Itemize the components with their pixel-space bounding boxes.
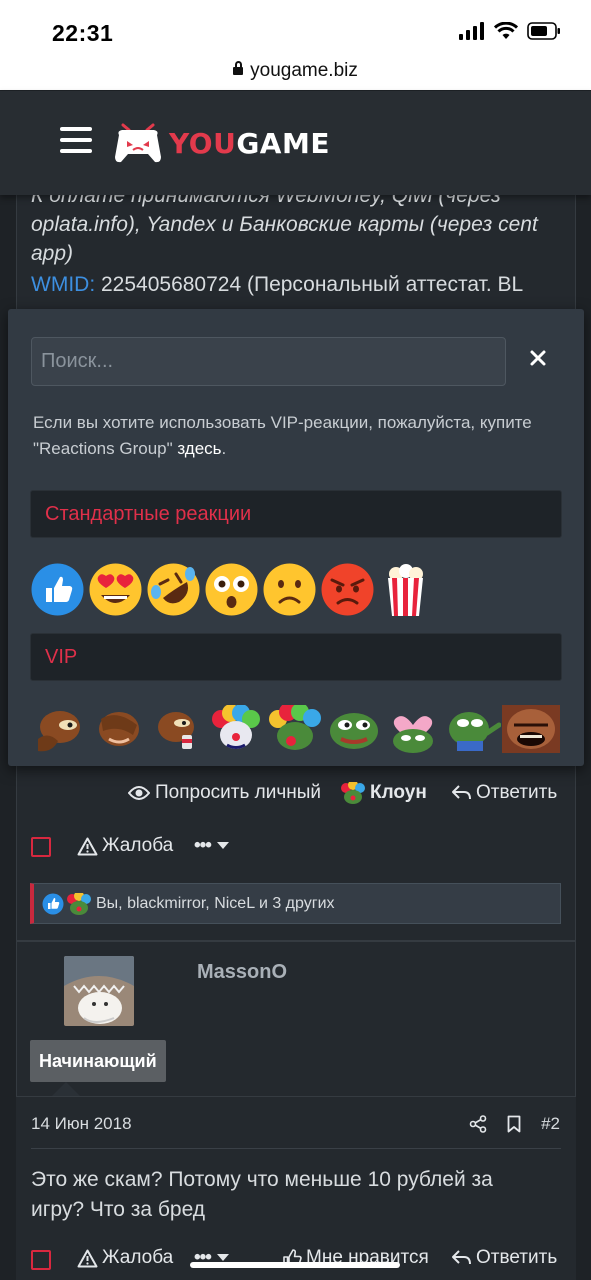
vip-reactions-header: VIP [30, 633, 562, 681]
request-personal-button[interactable]: Попросить личный [128, 782, 321, 804]
wmid-label[interactable]: WMID: [31, 273, 95, 296]
lock-icon [233, 61, 244, 75]
standard-reactions-list [30, 562, 433, 617]
reactions-popup: Если вы хотите использовать VIP-реакции,… [8, 309, 584, 766]
reply-label: Ответить [476, 782, 558, 803]
post-divider [16, 940, 576, 942]
vip-notice-end: . [221, 439, 227, 458]
rank-pointer [52, 1082, 80, 1096]
eye-icon [128, 786, 150, 800]
popcorn-icon[interactable] [378, 562, 433, 617]
gamepad-logo-icon [115, 123, 161, 163]
reply-button-2[interactable]: Ответить [451, 1247, 557, 1269]
rofl-icon[interactable] [146, 562, 201, 617]
pepe-heart-icon[interactable] [384, 705, 442, 753]
post-number[interactable]: #2 [469, 1114, 560, 1134]
close-icon[interactable] [527, 347, 549, 369]
reply-icon [452, 1250, 471, 1265]
address-bar[interactable]: yougame.biz [0, 60, 591, 82]
vip-notice: Если вы хотите использовать VIP-реакции,… [33, 410, 553, 462]
vip-notice-text: Если вы хотите использовать VIP-реакции,… [33, 413, 532, 458]
angry-icon[interactable] [320, 562, 375, 617]
site-header: YOUGAME [0, 91, 591, 195]
status-bar: 22:31 yougame.biz [0, 0, 591, 90]
reactions-summary-text: Вы, blackmirror, NiceL и 3 других [96, 894, 335, 912]
post-date[interactable]: 14 Июн 2018 [31, 1114, 132, 1134]
cat-shark-avatar-icon [64, 956, 134, 1026]
payment-text-line3: app) [31, 242, 74, 265]
heart-eyes-icon[interactable] [88, 562, 143, 617]
clown-mini-icon [67, 892, 91, 915]
pepe-brown-drink-icon[interactable] [148, 705, 206, 753]
laugh-man-icon[interactable] [502, 705, 560, 753]
like-icon[interactable] [30, 562, 85, 617]
pepe-point-icon[interactable] [443, 705, 501, 753]
astonished-icon[interactable] [204, 562, 259, 617]
reply-label-2: Ответить [476, 1247, 558, 1268]
wmid-line: WMID: 225405680724 (Персональный аттеста… [31, 270, 523, 300]
warning-icon [77, 1249, 98, 1267]
report-button-2[interactable]: Жалоба [77, 1247, 173, 1269]
wifi-icon [494, 22, 518, 39]
report-label: Жалоба [102, 835, 174, 856]
vip-purchase-link[interactable]: здесь [177, 439, 221, 458]
battery-icon [527, 22, 560, 40]
more-dots: ••• [194, 835, 212, 856]
like-mini-icon [42, 893, 64, 914]
report-button[interactable]: Жалоба [77, 835, 173, 857]
payment-text-line2: oplata.info), Yandex и Банковские карты … [31, 213, 538, 236]
url-text: yougame.biz [250, 60, 358, 81]
sad-icon[interactable] [262, 562, 317, 617]
home-indicator[interactable] [190, 1262, 400, 1268]
bookmark-icon[interactable] [507, 1115, 521, 1133]
reply-icon [452, 785, 471, 800]
logo-game-text: GAME [236, 126, 330, 160]
site-logo[interactable]: YOUGAME [113, 121, 330, 165]
more-options-button[interactable]: ••• [194, 835, 229, 857]
pepe-brown-facepalm-icon[interactable] [89, 705, 147, 753]
select-post-checkbox-2[interactable] [31, 1250, 51, 1270]
caret-down-icon [216, 1254, 229, 1261]
vip-reactions-list [30, 705, 560, 753]
reactions-summary[interactable]: Вы, blackmirror, NiceL и 3 других [30, 883, 561, 924]
status-time: 22:31 [52, 20, 114, 46]
caret-down-icon [216, 842, 229, 849]
select-post-checkbox[interactable] [31, 837, 51, 857]
user-rank-badge: Начинающий [30, 1040, 166, 1082]
logo-you-text: YOU [169, 126, 237, 160]
menu-icon[interactable] [60, 127, 92, 153]
reaction-search-input[interactable] [31, 337, 506, 386]
pepe-frog-icon[interactable] [325, 705, 383, 753]
report-label-2: Жалоба [102, 1247, 174, 1268]
wmid-value: 225405680724 (Персональный аттестат. BL [95, 273, 524, 296]
reaction-clown-button[interactable]: Клоун [341, 782, 427, 804]
avatar[interactable] [64, 956, 134, 1026]
status-icons [459, 22, 561, 40]
post-message: Это же скам? Потому что меньше 10 рублей… [31, 1168, 493, 1221]
pepe-brown-think-icon[interactable] [30, 705, 88, 753]
share-icon[interactable] [469, 1115, 487, 1133]
post-number-text: #2 [541, 1114, 560, 1133]
clown-2-icon[interactable] [266, 705, 324, 753]
reaction-clown-label: Клоун [370, 782, 427, 803]
standard-reactions-header: Стандартные реакции [30, 490, 562, 538]
post-header-divider [31, 1148, 561, 1149]
reply-button[interactable]: Ответить [451, 782, 557, 804]
post-username[interactable]: MassonO [197, 961, 287, 984]
request-personal-label: Попросить личный [155, 782, 321, 803]
clown-reaction-icon [341, 782, 365, 804]
warning-icon [77, 837, 98, 855]
signal-icon [459, 22, 484, 40]
clown-1-icon[interactable] [207, 705, 265, 753]
